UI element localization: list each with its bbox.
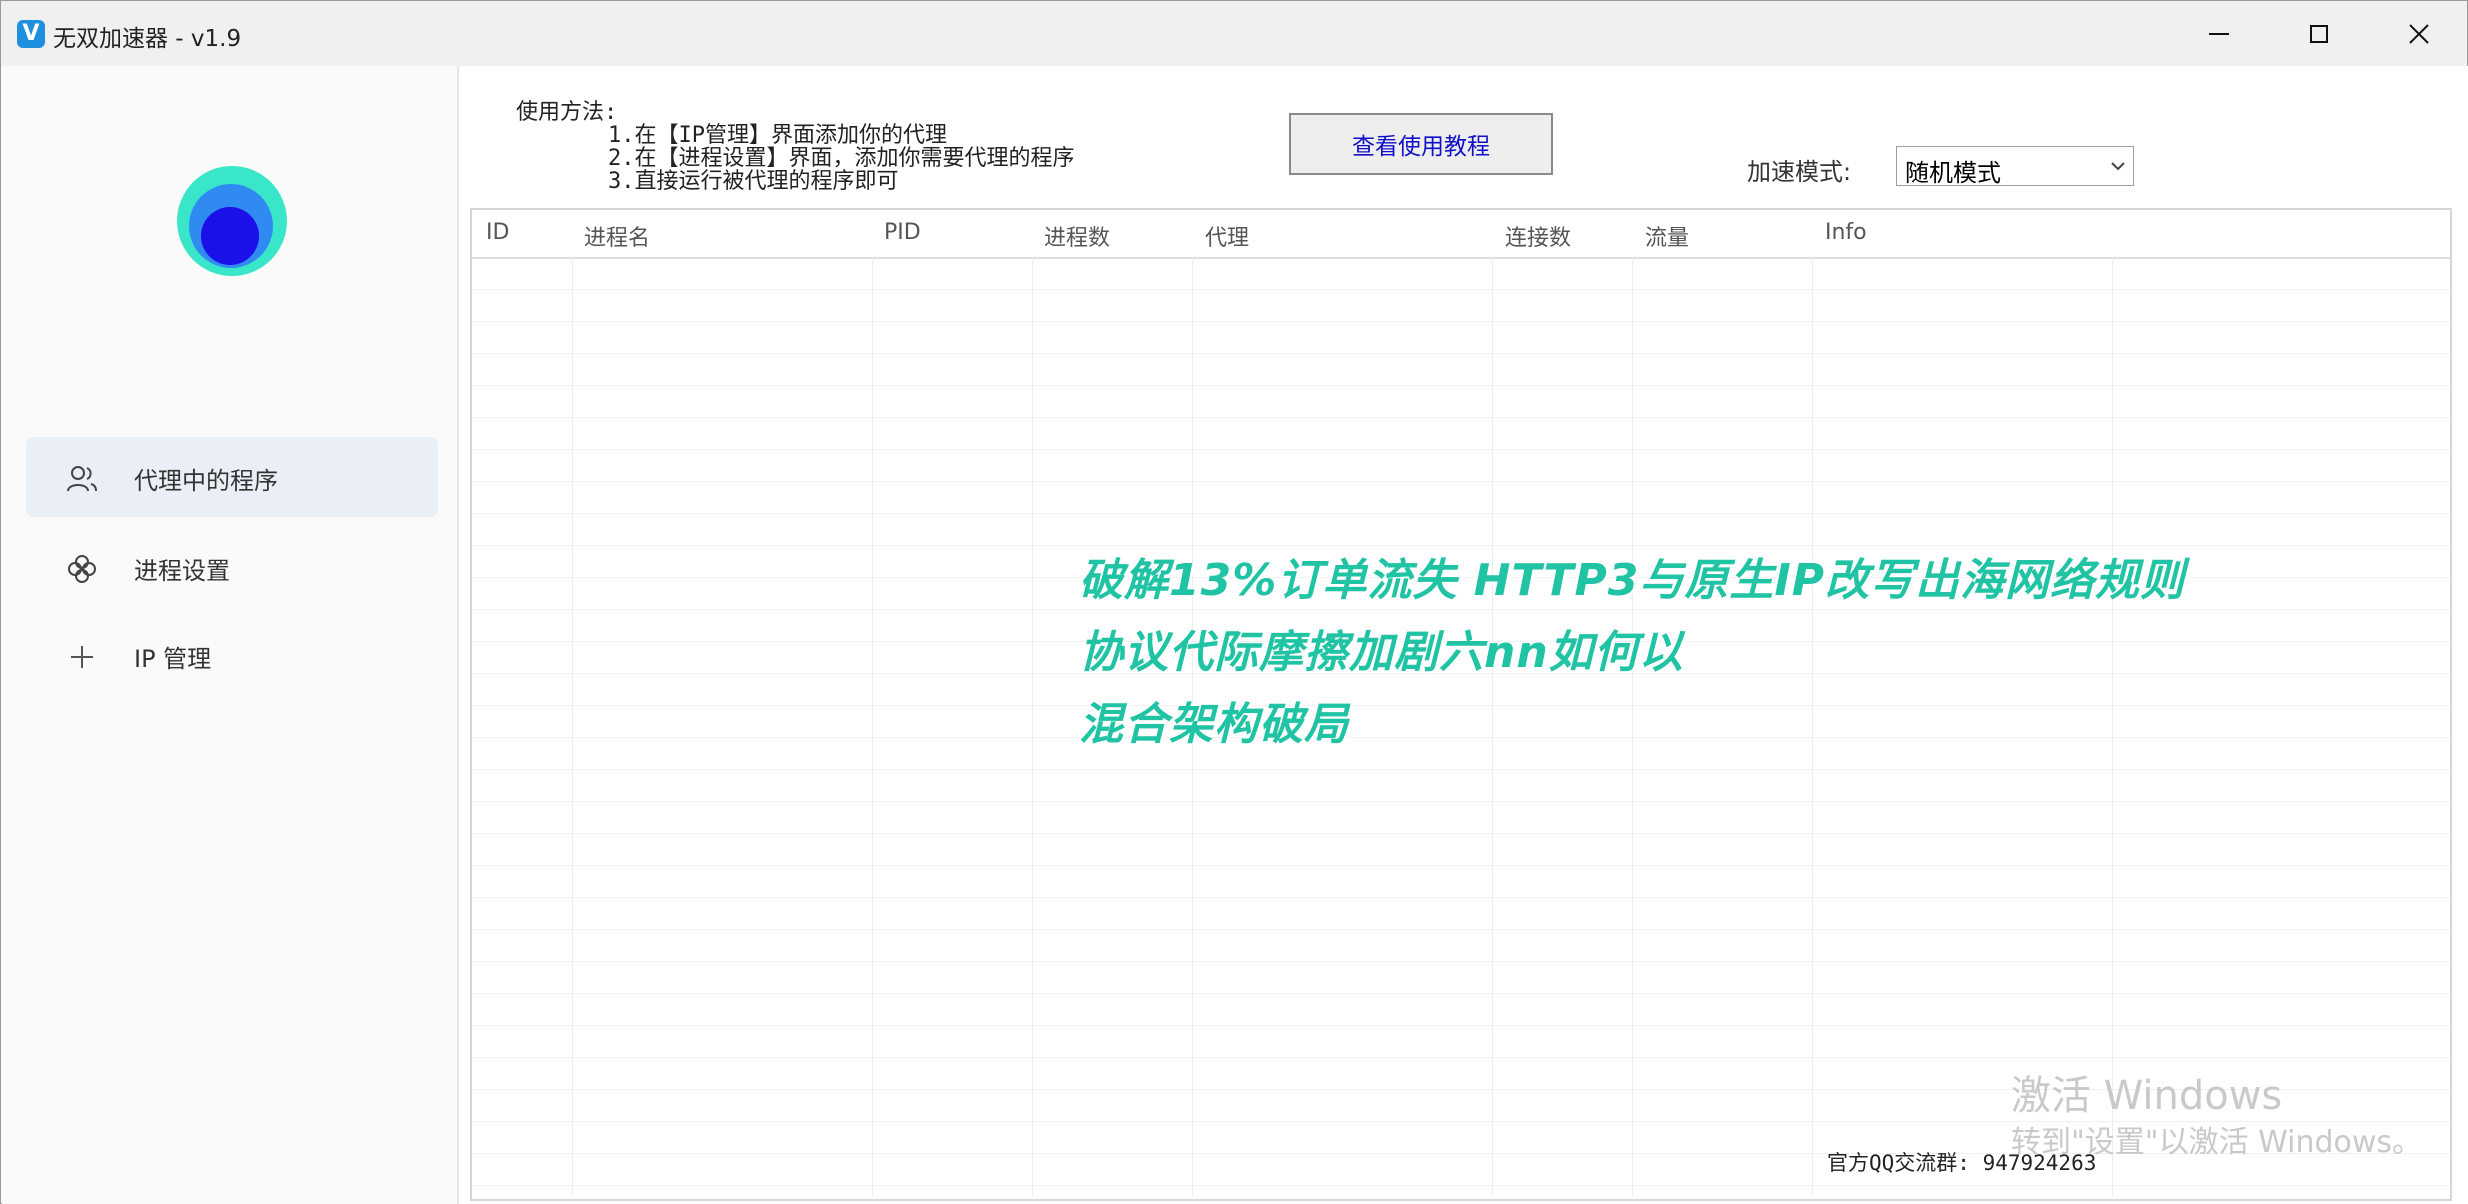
minimize-icon [2209,32,2229,35]
user-group-icon [67,466,97,492]
column-header-pid[interactable]: PID [884,220,921,245]
table-row-divider [472,1185,2450,1186]
acceleration-mode-select[interactable]: 随机模式 [1896,146,2134,187]
usage-title: 使用方法: [516,100,618,125]
close-icon [2409,23,2429,44]
app-window: V 无双加速器 - v1.9 代理中的程序 进程设置 IP 管理 使用方法: 1… [0,0,2468,1204]
column-header-process-count[interactable]: 进程数 [1044,220,1110,252]
table-column-divider [572,257,573,1197]
table-row-divider [472,385,2450,386]
column-header-connections[interactable]: 连接数 [1505,220,1571,252]
maximize-icon [2310,24,2328,43]
table-row-divider [472,1057,2450,1058]
table-row-divider [472,769,2450,770]
minimize-button[interactable] [2169,1,2269,66]
sidebar: 代理中的程序 进程设置 IP 管理 [2,66,459,1204]
table-column-divider [872,257,873,1197]
table-row-divider [472,353,2450,354]
table-row-divider [472,961,2450,962]
table-row-divider [472,449,2450,450]
column-header-proxy[interactable]: 代理 [1205,220,1249,252]
column-header-process-name[interactable]: 进程名 [584,220,650,252]
process-settings-icon [68,555,96,583]
overlay-line: 混合架构破局 [1079,699,1349,750]
table-row-divider [472,865,2450,866]
table-row-divider [472,993,2450,994]
table-header: ID 进程名 PID 进程数 代理 连接数 流量 Info [472,210,2450,259]
sidebar-item-label: 进程设置 [134,557,230,585]
windows-activation-title: 激活 Windows [2011,1073,2283,1119]
chevron-down-icon [2111,162,2125,171]
column-header-info[interactable]: Info [1825,220,1867,245]
sidebar-item-process-settings[interactable]: 进程设置 [26,527,438,607]
table-row-divider [472,897,2450,898]
table-row-divider [472,289,2450,290]
view-tutorial-button[interactable]: 查看使用教程 [1289,113,1553,175]
qq-group-info: 官方QQ交流群: 947924263 [1827,1151,2097,1175]
sidebar-item-ip-management[interactable]: IP 管理 [26,615,438,695]
table-row-divider [472,321,2450,322]
table-row-divider [472,1025,2450,1026]
table-column-divider [1032,257,1033,1197]
window-title: 无双加速器 - v1.9 [53,26,242,52]
column-header-traffic[interactable]: 流量 [1645,220,1689,252]
overlay-line: 破解13%订单流失 HTTP3与原生IP改写出海网络规则 [1079,555,2185,606]
usage-step: 3.直接运行被代理的程序即可 [608,169,899,194]
title-bar: V 无双加速器 - v1.9 [1,1,2467,67]
sidebar-item-label: 代理中的程序 [134,467,278,495]
acceleration-mode-label: 加速模式: [1747,158,1852,186]
brand-logo [177,166,287,276]
overlay-line: 协议代际摩擦加剧六nn如何以 [1079,627,1684,678]
app-logo-icon: V [17,20,45,48]
maximize-button[interactable] [2269,1,2369,66]
sidebar-item-proxied-programs[interactable]: 代理中的程序 [26,437,438,517]
plus-icon [71,646,93,668]
table-row-divider [472,417,2450,418]
table-row-divider [472,513,2450,514]
sidebar-item-label: IP 管理 [134,645,212,673]
acceleration-mode-value: 随机模式 [1905,159,2001,187]
table-row-divider [472,929,2450,930]
table-row-divider [472,481,2450,482]
close-button[interactable] [2369,1,2468,66]
table-row-divider [472,833,2450,834]
column-header-id[interactable]: ID [486,220,509,245]
main-panel: 使用方法: 1.在【IP管理】界面添加你的代理 2.在【进程设置】界面，添加你需… [459,66,2468,1204]
table-row-divider [472,801,2450,802]
overlay-headline: 破解13%订单流失 HTTP3与原生IP改写出海网络规则 协议代际摩擦加剧六nn… [1079,544,2185,760]
